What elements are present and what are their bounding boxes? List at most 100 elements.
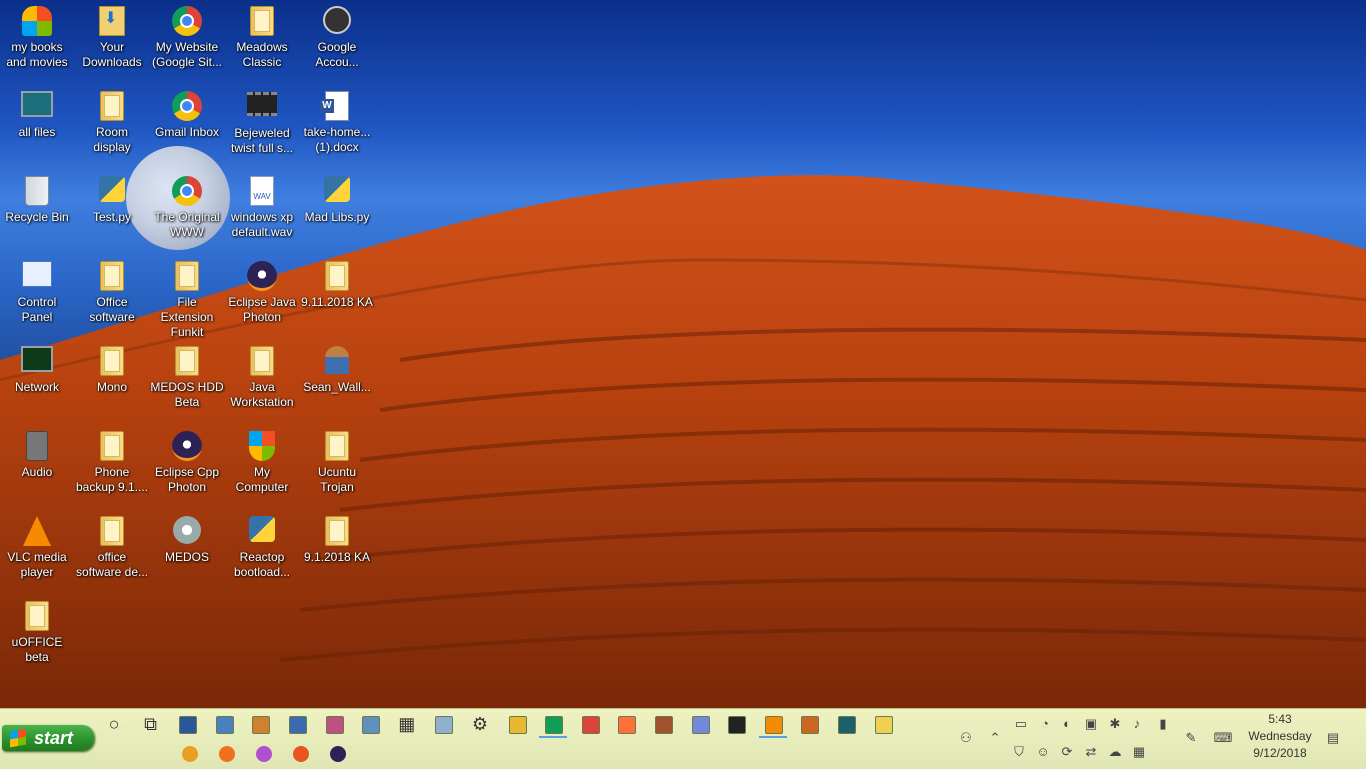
desktop-icon[interactable]: Reactop bootload...	[225, 510, 299, 594]
desktop-icon[interactable]: Meadows Classic	[225, 0, 299, 84]
desktop-icon[interactable]: Network	[0, 340, 74, 424]
desktop-icon-label: Control Panel	[17, 295, 57, 324]
desktop-icon[interactable]: Gmail Inbox	[150, 85, 224, 169]
desktop-icon-label: uOFFICE beta	[11, 635, 63, 664]
desktop-icon-label: my books and movies	[6, 40, 68, 69]
python-file-icon	[246, 516, 278, 548]
desktop-icon[interactable]: Google Accou...	[300, 0, 374, 84]
discord-tray-icon[interactable]: ☺	[1034, 743, 1052, 761]
word-icon[interactable]	[177, 714, 198, 734]
desktop-icon[interactable]: Audio	[0, 425, 74, 509]
notepad-icon[interactable]	[287, 714, 307, 734]
printer-icon[interactable]: ▣	[1082, 715, 1100, 733]
notes-icon[interactable]	[433, 714, 454, 734]
desktop-icon[interactable]: MEDOS HDD Beta	[150, 340, 224, 424]
desktop-icon[interactable]: Room display	[75, 85, 149, 169]
desktop-icon[interactable]: My Computer	[225, 425, 299, 509]
desktop-icon[interactable]: File Extension Funkit	[150, 255, 224, 339]
chrome-icon[interactable]	[543, 714, 564, 734]
task-view-icon[interactable]: ⧉	[141, 714, 161, 734]
desktop[interactable]: my books and movies Your Downloads My Webs…	[0, 0, 1366, 708]
wifi-icon[interactable]: ◔	[1036, 715, 1054, 733]
desktop-icon-label: Phone backup 9.1....	[75, 465, 149, 494]
start-button[interactable]: start	[2, 725, 94, 751]
show-hidden-icons-chevron-icon[interactable]: ⌃	[986, 729, 1004, 747]
desktop-icon[interactable]: Office software	[75, 255, 149, 339]
desktop-icon[interactable]: The Original WWW	[150, 170, 224, 254]
clock-time: 5:43	[1268, 712, 1292, 726]
keyboard-icon[interactable]: ⌨	[1212, 729, 1234, 747]
desktop-icon[interactable]: Control Panel	[0, 255, 74, 339]
desktop-icon-label: Eclipse Java Photon	[228, 295, 296, 324]
media-player-icon[interactable]	[217, 744, 237, 764]
discord-icon[interactable]	[690, 714, 710, 734]
chrome-alt-icon[interactable]	[580, 714, 600, 734]
network-tool-icon[interactable]	[360, 714, 381, 734]
desktop-icon[interactable]: all files	[0, 85, 74, 169]
desktop-icon[interactable]: Your Downloads	[75, 0, 149, 84]
desktop-icon[interactable]: office software de...	[75, 510, 149, 594]
ubuntu-icon[interactable]	[291, 744, 311, 764]
clock[interactable]: 5:43 Wednesday 9/12/2018	[1240, 711, 1320, 762]
book-icon[interactable]	[836, 714, 856, 734]
calculator-icon[interactable]: ▦	[397, 714, 417, 734]
bluetooth-icon[interactable]: ✱	[1106, 715, 1124, 733]
desktop-icon[interactable]: Mad Libs.py	[300, 170, 374, 254]
action-center-icon[interactable]: ▤	[1324, 729, 1342, 747]
wordpad-icon[interactable]	[214, 714, 234, 734]
desktop-icon[interactable]: VLC media player	[0, 510, 74, 594]
paint-3d-icon[interactable]	[324, 714, 344, 734]
people-icon[interactable]: ⚇	[957, 729, 975, 747]
file-explorer-icon[interactable]	[507, 714, 527, 734]
cortana-icon[interactable]: ○	[104, 714, 124, 734]
paint-balloon-icon[interactable]	[254, 744, 274, 764]
eclipse-icon[interactable]	[328, 744, 348, 764]
battery-icon[interactable]: ▮	[1154, 715, 1172, 733]
teamviewer-icon[interactable]: ⇄	[1082, 743, 1100, 761]
desktop-icon[interactable]: 9.11.2018 KA	[300, 255, 374, 339]
vpn-icon[interactable]: ◐	[1058, 715, 1076, 733]
settings-icon[interactable]: ⚙	[470, 714, 490, 734]
desktop-icon-label: MEDOS	[164, 550, 209, 564]
desktop-icon[interactable]: my books and movies	[0, 0, 74, 84]
chrome-icon	[171, 6, 203, 38]
vlc-icon[interactable]	[763, 714, 783, 734]
desktop-icon[interactable]: take-home... (1).docx	[300, 85, 374, 169]
onedrive-icon[interactable]: ☁	[1106, 743, 1124, 761]
desktop-icon[interactable]: Java Workstation	[225, 340, 299, 424]
desktop-icon[interactable]: Phone backup 9.1....	[75, 425, 149, 509]
desktop-icon[interactable]: WAV windows xp default.wav	[225, 170, 299, 254]
computer-icon	[21, 91, 53, 123]
chrome-icon	[171, 176, 203, 208]
desktop-icon[interactable]: Recycle Bin	[0, 170, 74, 254]
desktop-icon[interactable]: 9.1.2018 KA	[300, 510, 374, 594]
desktop-icon[interactable]: uOFFICE beta	[0, 595, 74, 679]
audio-app-icon[interactable]	[180, 744, 200, 764]
app-icon[interactable]	[799, 714, 820, 734]
desktop-icon[interactable]: Mono	[75, 340, 149, 424]
desktop-icon-label: Eclipse Cpp Photon	[154, 465, 220, 494]
terminal-icon[interactable]	[726, 714, 747, 734]
firefox-icon[interactable]	[616, 714, 637, 734]
volume-icon[interactable]: ♪	[1128, 715, 1146, 733]
sync-icon[interactable]: ⟳	[1058, 743, 1076, 761]
sticky-notes-icon[interactable]	[873, 714, 893, 734]
pen-icon[interactable]: ✎	[1182, 729, 1200, 747]
desktop-icon-label: Test.py	[92, 210, 131, 224]
desktop-icon[interactable]: Bejeweled twist full s...	[225, 85, 299, 169]
defender-shield-icon[interactable]: ⛉	[1010, 743, 1028, 761]
desktop-icon[interactable]: My Website (Google Sit...	[150, 0, 224, 84]
desktop-icon[interactable]: Eclipse Cpp Photon	[150, 425, 224, 509]
desktop-icon[interactable]: Test.py	[75, 170, 149, 254]
folder-icon	[96, 261, 128, 293]
desktop-icon[interactable]: Sean_Wall...	[300, 340, 374, 424]
film-icon[interactable]	[653, 714, 673, 734]
desktop-icon[interactable]: Ucuntu Trojan	[300, 425, 374, 509]
desktop-icon[interactable]: Eclipse Java Photon	[225, 255, 299, 339]
network-tray-icon[interactable]: ▦	[1130, 743, 1148, 761]
display-icon[interactable]: ▭	[1012, 715, 1030, 733]
desktop-icon-label: Office software	[89, 295, 135, 324]
paint-icon[interactable]	[250, 714, 271, 734]
desktop-icon-label: 9.11.2018 KA	[301, 295, 373, 309]
desktop-icon[interactable]: MEDOS	[150, 510, 224, 594]
